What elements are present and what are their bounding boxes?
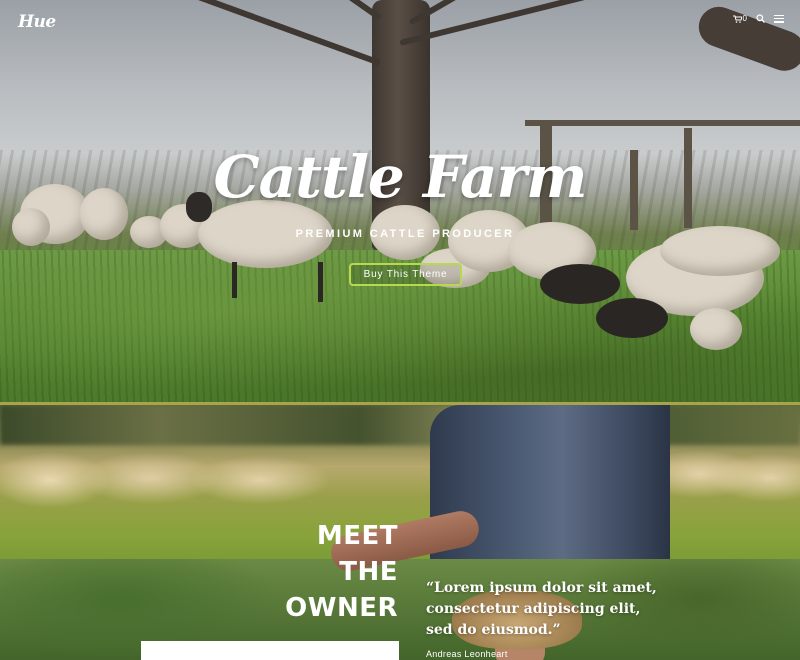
background-flock [0,450,800,510]
content-card [141,641,399,660]
meet-the-owner-heading: MEET THE OWNER [248,518,398,626]
tree-branch [172,0,382,66]
hero-section: Hue 0 Cattle Farm PREMIUM CATTLE PRODUCE… [0,0,800,404]
menu-icon[interactable] [774,14,784,23]
search-icon[interactable] [756,14,765,23]
sheep-dark [540,264,620,304]
heading-line: THE [339,557,398,587]
background-forest [0,559,800,660]
site-logo[interactable]: Hue [18,12,56,32]
quote-author: Andreas Leonheart [426,649,508,659]
sheep [12,208,50,246]
top-nav: 0 [732,14,784,23]
fence-rail [525,120,800,126]
heading-line: MEET [316,521,398,551]
cart-icon [732,15,742,23]
sheep-dark [596,298,668,338]
sheep-leg [232,262,237,298]
cart-button[interactable]: 0 [732,14,747,23]
owner-section: MEET THE OWNER “Lorem ipsum dolor sit am… [0,405,800,660]
background-trees [0,405,800,445]
heading-line: OWNER [285,593,398,623]
buy-theme-button[interactable]: Buy This Theme [349,263,462,286]
sheep [690,308,742,350]
tree-branch [693,1,800,77]
hero-title: Cattle Farm [213,143,588,211]
hero-subtitle: PREMIUM CATTLE PRODUCER [295,228,515,240]
sheep-leg [318,262,323,302]
cart-count: 0 [742,14,747,23]
owner-quote: “Lorem ipsum dolor sit amet, consectetur… [426,580,657,638]
